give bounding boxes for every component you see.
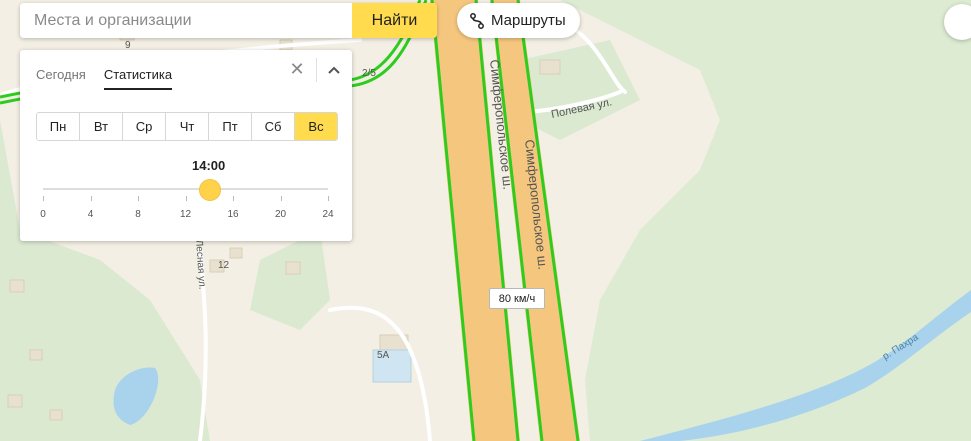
- speed-label: 80 км/ч: [489, 288, 545, 309]
- day-sun[interactable]: Вс: [295, 113, 337, 140]
- slider-tick: [43, 196, 44, 201]
- routes-button[interactable]: Маршруты: [457, 3, 580, 38]
- slider-tick-label: 16: [227, 209, 239, 220]
- slider-tick: [328, 196, 329, 201]
- slider-tick: [185, 196, 187, 201]
- day-thu[interactable]: Чт: [166, 113, 209, 140]
- chevron-up-icon[interactable]: [324, 60, 344, 80]
- time-label: 14:00: [192, 158, 226, 173]
- day-wed[interactable]: Ср: [123, 113, 166, 140]
- close-icon[interactable]: ✕: [288, 60, 306, 78]
- slider-tick-label: 12: [179, 209, 192, 220]
- search-bar: Найти: [20, 3, 437, 38]
- svg-text:2/5: 2/5: [362, 68, 376, 79]
- slider-tick-label: 24: [322, 209, 334, 220]
- tab-statistics[interactable]: Статистика: [103, 67, 173, 90]
- tab-today[interactable]: Сегодня: [36, 67, 86, 90]
- slider-tick-label: 4: [87, 209, 94, 220]
- slider-tick: [90, 196, 92, 201]
- slider-tick: [233, 196, 234, 201]
- panel-tabs: Сегодня Статистика: [36, 67, 173, 90]
- routes-label: Маршруты: [491, 12, 566, 29]
- slider-tick-label: 20: [274, 209, 287, 220]
- slider-tick: [280, 196, 282, 201]
- slider-tick-label: 0: [40, 209, 46, 220]
- day-sat[interactable]: Сб: [252, 113, 295, 140]
- search-input[interactable]: [20, 3, 352, 38]
- day-selector: Пн Вт Ср Чт Пт Сб Вс: [36, 112, 338, 141]
- slider-tick-label: 8: [135, 209, 141, 220]
- traffic-panel: Сегодня Статистика ✕ Пн Вт Ср Чт Пт Сб В…: [20, 50, 352, 241]
- divider: [316, 58, 317, 82]
- day-mon[interactable]: Пн: [37, 113, 80, 140]
- time-slider-track[interactable]: [43, 188, 328, 190]
- time-slider-handle[interactable]: [200, 180, 220, 200]
- svg-text:5А: 5А: [377, 350, 390, 361]
- route-icon: [470, 12, 484, 29]
- svg-text:12: 12: [218, 260, 230, 271]
- slider-tick: [138, 196, 139, 201]
- search-button[interactable]: Найти: [352, 3, 437, 38]
- day-fri[interactable]: Пт: [209, 113, 252, 140]
- day-tue[interactable]: Вт: [80, 113, 123, 140]
